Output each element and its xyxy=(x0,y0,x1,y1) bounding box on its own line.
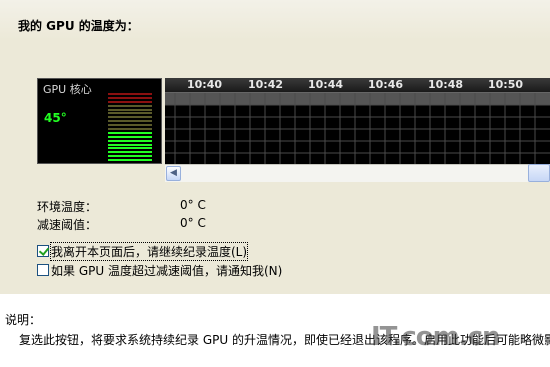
gauge-segment xyxy=(108,131,152,134)
gauge-level-bars xyxy=(108,93,152,163)
scrollbar-thumb[interactable] xyxy=(528,164,550,182)
notify-slowdown-label[interactable]: 如果 GPU 温度超过减速阈值，请通知我(N) xyxy=(51,262,282,279)
graph-time-label: 10:50 xyxy=(488,78,524,91)
scroll-left-icon[interactable]: ◀ xyxy=(166,166,181,181)
gauge-segment xyxy=(108,108,152,111)
gauge-temperature: 45° xyxy=(44,111,67,125)
page-title: 我的 GPU 的温度为： xyxy=(18,19,139,33)
gauge-segment xyxy=(108,124,152,127)
watermark-logo: IT.com.cn xyxy=(371,322,501,352)
notify-slowdown-option[interactable]: 如果 GPU 温度超过减速阈值，请通知我(N) xyxy=(37,262,282,279)
graph-time-label: 10:46 xyxy=(368,78,404,91)
gauge-segment xyxy=(108,120,152,123)
gauge-segment xyxy=(108,143,152,146)
graph-time-label: 10:48 xyxy=(428,78,464,91)
gpu-core-gauge: GPU 核心 45° xyxy=(37,78,162,164)
slowdown-threshold-label: 减速阈值： xyxy=(37,218,98,232)
gauge-segment xyxy=(108,139,152,142)
gauge-segment xyxy=(108,147,152,150)
continue-logging-checkbox[interactable] xyxy=(37,245,50,257)
graph-time-label: 10:44 xyxy=(308,78,344,91)
temperature-history-graph: 10:40 10:42 10:44 10:46 10:48 10:50 xyxy=(165,78,550,164)
continue-logging-label[interactable]: 我离开本页面后，请继续纪录温度(L) xyxy=(49,241,249,261)
gauge-segment xyxy=(108,155,152,158)
gauge-segment xyxy=(108,96,152,99)
gauge-segment xyxy=(108,93,152,95)
ambient-temperature-label: 环境温度： xyxy=(37,200,98,214)
graph-time-label: 10:42 xyxy=(248,78,284,91)
gauge-segment xyxy=(108,135,152,138)
gauge-segment xyxy=(108,104,152,107)
gauge-segment xyxy=(108,112,152,115)
gauge-segment xyxy=(108,128,152,130)
graph-time-label: 10:40 xyxy=(187,78,223,91)
continue-logging-option[interactable]: 我离开本页面后，请继续纪录温度(L) xyxy=(37,241,249,261)
slowdown-threshold-value: 0° C xyxy=(180,216,206,230)
gauge-segment xyxy=(108,116,152,119)
notify-slowdown-checkbox[interactable] xyxy=(37,264,49,276)
gauge-label: GPU 核心 xyxy=(43,83,92,96)
gauge-segment xyxy=(108,159,152,162)
checkmark-icon xyxy=(38,245,50,256)
ambient-temperature-value: 0° C xyxy=(180,198,206,212)
gauge-segment xyxy=(108,151,152,154)
description-title: 说明： xyxy=(5,313,42,327)
gauge-segment xyxy=(108,100,152,103)
graph-horizontal-scrollbar[interactable]: ◀ xyxy=(165,164,550,182)
